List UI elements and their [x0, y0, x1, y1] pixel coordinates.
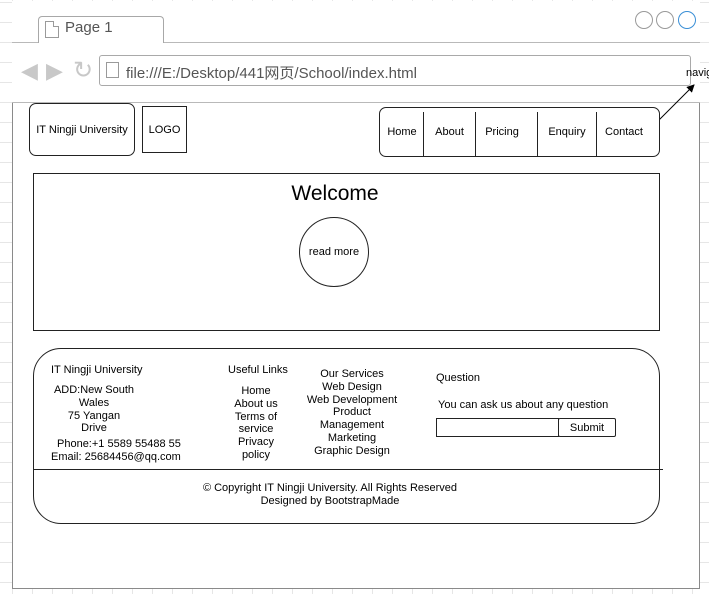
- submit-button[interactable]: Submit: [558, 418, 616, 437]
- read-more-button[interactable]: read more: [299, 217, 369, 287]
- logo-box[interactable]: LOGO: [142, 106, 187, 153]
- useful-links-heading: Useful Links: [228, 364, 288, 376]
- useful-links-list: Home About us Terms of service Privacy p…: [226, 385, 286, 462]
- copyright: © Copyright IT Ningji University. All Ri…: [202, 482, 458, 494]
- address-line: Drive: [81, 422, 107, 435]
- nav-contact[interactable]: Contact: [597, 108, 651, 156]
- service-item[interactable]: Product: [302, 406, 402, 419]
- service-item[interactable]: Marketing: [302, 432, 402, 445]
- nav-enquiry[interactable]: Enquiry: [538, 108, 596, 156]
- services-heading: Our Services: [320, 368, 384, 380]
- address-line: Wales: [78, 396, 110, 409]
- service-item[interactable]: Web Development: [302, 394, 402, 407]
- footer-link-privacy[interactable]: policy: [226, 449, 286, 462]
- footer-address: ADD:New South Wales 75 Yangan Drive: [49, 384, 139, 435]
- footer-email: Email: 25684456@qq.com: [51, 451, 181, 463]
- address-line: 75 Yangan: [67, 409, 121, 422]
- logo-label: LOGO: [148, 123, 181, 136]
- footer-phone: Phone:+1 5589 55488 55: [57, 438, 181, 450]
- footer-link-terms[interactable]: service: [226, 423, 286, 436]
- hero-title: Welcome: [291, 182, 379, 205]
- brand-name: IT Ningji University: [36, 123, 128, 136]
- footer-link-about[interactable]: About us: [226, 398, 286, 411]
- footer-link-home[interactable]: Home: [226, 385, 286, 398]
- question-input[interactable]: [436, 418, 559, 437]
- services-list: Our Services Web Design Web Development …: [302, 368, 402, 458]
- nav-pricing[interactable]: Pricing: [476, 108, 528, 156]
- brand-box[interactable]: IT Ningji University: [29, 103, 135, 156]
- service-item[interactable]: Graphic Design: [302, 445, 402, 458]
- question-heading: Question: [436, 372, 481, 384]
- nav-about[interactable]: About: [424, 108, 475, 156]
- footer-link-privacy[interactable]: Privacy: [226, 436, 286, 449]
- footer-university-name: IT Ningji University: [51, 364, 143, 376]
- main-nav: Home About Pricing Enquiry Contact: [379, 107, 660, 157]
- footer-divider: [33, 469, 663, 470]
- footer-link-terms[interactable]: Terms of: [226, 411, 286, 424]
- service-item[interactable]: Management: [302, 419, 402, 432]
- service-item[interactable]: Web Design: [302, 381, 402, 394]
- address-line: ADD:New South: [53, 384, 135, 396]
- credit: Designed by BootstrapMade: [260, 495, 400, 507]
- nav-home[interactable]: Home: [380, 108, 424, 156]
- question-text: You can ask us about any question: [438, 399, 609, 411]
